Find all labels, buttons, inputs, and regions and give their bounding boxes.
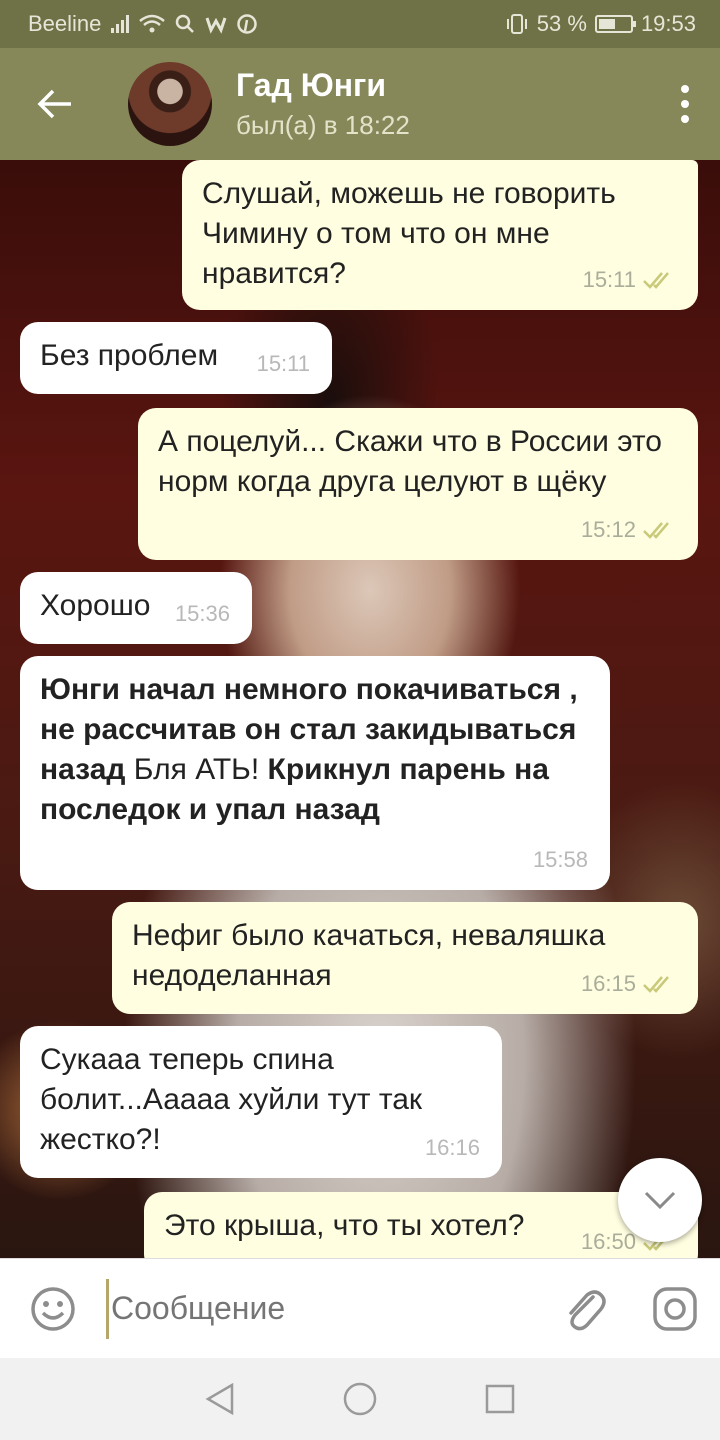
message-time: 15:36	[174, 601, 230, 626]
message-time: 15:58	[532, 847, 588, 872]
camera-icon	[653, 1286, 697, 1331]
message-bubble[interactable]: Нефиг было качаться, неваляшка недоделан…	[112, 902, 698, 1014]
message-input[interactable]	[106, 1278, 540, 1339]
contact-info[interactable]: Гад Юнги был(а) в 18:22	[236, 67, 410, 141]
message-bubble[interactable]: Слушай, можешь не говорить Чимину о том …	[182, 160, 698, 310]
read-ticks-icon	[643, 976, 669, 993]
message-text: А поцелуй... Скажи что в России это норм…	[158, 425, 662, 498]
read-ticks-icon	[643, 272, 669, 289]
message-bubble[interactable]: Юнги начал немного покачиваться , не рас…	[20, 656, 610, 890]
signal-icon	[111, 15, 130, 33]
nav-recent-button[interactable]	[470, 1369, 530, 1429]
contact-name: Гад Юнги	[236, 67, 387, 103]
camera-button[interactable]	[630, 1259, 720, 1359]
nav-home-button[interactable]	[330, 1369, 390, 1429]
vibrate-icon	[506, 14, 527, 34]
message-bubble[interactable]: Без проблем 15:11	[20, 322, 332, 394]
message-text: Сукааа теперь спина болит...Ааааа хуйли …	[40, 1043, 423, 1156]
message-bubble[interactable]: Хорошо 15:36	[20, 572, 252, 644]
triangle-left-icon	[205, 1382, 234, 1416]
message-time: 16:16	[424, 1135, 480, 1160]
chevron-down-icon	[644, 1191, 676, 1210]
back-button[interactable]	[0, 48, 110, 160]
message-bubble[interactable]: Это крыша, что ты хотел? 16:50	[144, 1192, 698, 1258]
input-bar	[0, 1258, 720, 1358]
message-list[interactable]: Слушай, можешь не говорить Чимину о том …	[0, 160, 720, 1258]
message-time: 16:15	[580, 971, 636, 996]
status-bar: Beeline 53 % 19:53	[0, 0, 720, 48]
smile-icon	[31, 1286, 75, 1331]
message-bubble[interactable]: Сукааа теперь спина болит...Ааааа хуйли …	[20, 1026, 502, 1178]
message-text-plain: Бля АТЬ!	[125, 753, 268, 786]
read-ticks-icon	[643, 522, 669, 539]
battery-icon	[594, 15, 636, 33]
pinterest-icon	[237, 14, 258, 34]
avatar[interactable]	[128, 62, 212, 146]
nav-back-button[interactable]	[190, 1369, 250, 1429]
wifi-icon	[139, 14, 166, 33]
search-status-icon	[176, 14, 195, 33]
scroll-down-button[interactable]	[618, 1158, 702, 1242]
battery-percent: 53 %	[536, 11, 587, 36]
w-app-icon	[205, 17, 227, 34]
circle-icon	[343, 1382, 377, 1416]
message-bubble[interactable]: А поцелуй... Скажи что в России это норм…	[138, 408, 698, 560]
chat-header: Гад Юнги был(а) в 18:22	[0, 48, 720, 160]
emoji-button[interactable]	[0, 1259, 106, 1359]
message-time: 15:11	[582, 267, 636, 292]
clock: 19:53	[640, 11, 696, 36]
message-text: Юнги начал немного покачиваться , не рас…	[40, 670, 588, 830]
message-time: 15:11	[256, 351, 310, 376]
last-seen: был(а) в 18:22	[236, 110, 410, 140]
square-icon	[485, 1384, 515, 1414]
attach-button[interactable]	[540, 1259, 630, 1359]
arrow-left-icon	[37, 89, 71, 119]
carrier-label: Beeline	[28, 11, 102, 36]
paperclip-icon	[569, 1289, 606, 1330]
more-vert-icon[interactable]	[650, 48, 720, 160]
system-nav-bar	[0, 1358, 720, 1440]
message-time: 15:12	[580, 517, 636, 542]
